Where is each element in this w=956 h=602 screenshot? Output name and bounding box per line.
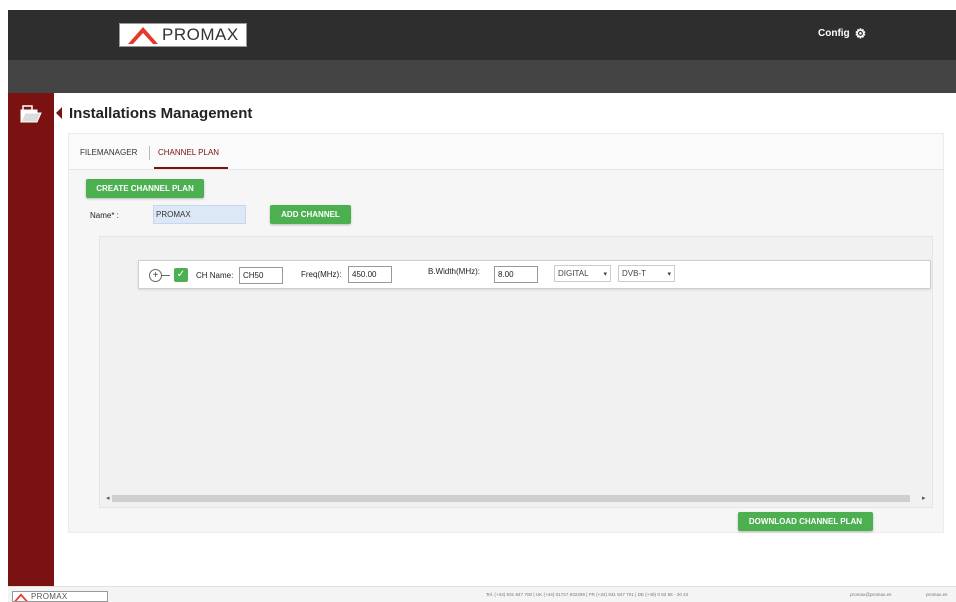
promax-logo-mark-icon bbox=[128, 27, 158, 44]
expand-plus-icon[interactable]: + bbox=[149, 269, 162, 282]
tab-channel-plan[interactable]: CHANNEL PLAN bbox=[158, 148, 219, 157]
chevron-down-icon: ▾ bbox=[667, 270, 671, 278]
config-button[interactable]: Config ⚙ bbox=[818, 27, 866, 40]
folder-icon bbox=[20, 105, 42, 123]
footer-site[interactable]: promax.es bbox=[926, 592, 947, 597]
footer: PROMAX Tel. (+34) 931 847 700 | UK (+44)… bbox=[8, 586, 956, 602]
standard-value: DVB-T bbox=[622, 269, 646, 278]
sub-header-bar bbox=[8, 60, 956, 93]
tab-filemanager[interactable]: FILEMANAGER bbox=[80, 148, 137, 157]
bandwidth-label: B.Width(MHz): bbox=[428, 267, 480, 276]
tab-bar: FILEMANAGER CHANNEL PLAN bbox=[69, 134, 943, 170]
sidebar bbox=[8, 93, 62, 586]
signal-type-value: DIGITAL bbox=[558, 269, 589, 278]
active-tab-indicator bbox=[154, 167, 228, 169]
gear-icon: ⚙ bbox=[854, 26, 867, 41]
top-header: PROMAX Config ⚙ bbox=[8, 10, 956, 60]
page-title: Installations Management bbox=[69, 105, 253, 122]
main-panel: FILEMANAGER CHANNEL PLAN CREATE CHANNEL … bbox=[68, 133, 944, 533]
standard-select[interactable]: DVB-T ▾ bbox=[618, 265, 675, 282]
promax-logo-mark-icon bbox=[14, 592, 28, 601]
horizontal-scrollbar[interactable]: ◂ ▸ bbox=[106, 493, 930, 503]
promax-logo[interactable]: PROMAX bbox=[119, 23, 247, 47]
footer-logo[interactable]: PROMAX bbox=[12, 591, 108, 602]
freq-label: Freq(MHz): bbox=[301, 270, 342, 279]
footer-email[interactable]: promax@promax.es bbox=[850, 592, 891, 597]
create-channel-plan-button[interactable]: CREATE CHANNEL PLAN bbox=[86, 179, 204, 198]
footer-contacts: Tel. (+34) 931 847 700 | UK (+44) 01727 … bbox=[486, 592, 689, 597]
channel-row: + ✓ CH Name: Freq(MHz): B.Width(MHz): DI… bbox=[138, 260, 931, 289]
signal-type-select[interactable]: DIGITAL ▾ bbox=[554, 265, 611, 282]
name-label: Name* : bbox=[90, 211, 119, 220]
footer-brand: PROMAX bbox=[31, 592, 68, 601]
channel-list-area: + ✓ CH Name: Freq(MHz): B.Width(MHz): DI… bbox=[99, 236, 933, 508]
freq-field[interactable] bbox=[348, 266, 392, 283]
bandwidth-field[interactable] bbox=[494, 266, 538, 283]
connector-line bbox=[162, 275, 170, 276]
brand-name: PROMAX bbox=[162, 25, 239, 44]
sidebar-item-installations[interactable] bbox=[16, 99, 46, 129]
download-channel-plan-button[interactable]: DOWNLOAD CHANNEL PLAN bbox=[738, 512, 873, 531]
tab-divider bbox=[149, 146, 150, 160]
name-input[interactable] bbox=[153, 205, 246, 224]
ch-name-label: CH Name: bbox=[196, 271, 234, 280]
channel-enabled-checkbox[interactable]: ✓ bbox=[174, 268, 188, 282]
add-channel-button[interactable]: ADD CHANNEL bbox=[270, 205, 351, 224]
scroll-left-icon[interactable]: ◂ bbox=[106, 494, 110, 502]
scroll-right-icon[interactable]: ▸ bbox=[922, 494, 926, 502]
ch-name-field[interactable] bbox=[239, 267, 283, 284]
sidebar-active-pointer bbox=[56, 107, 62, 119]
chevron-down-icon: ▾ bbox=[603, 270, 607, 278]
scrollbar-thumb[interactable] bbox=[112, 495, 910, 502]
config-label: Config bbox=[818, 28, 850, 39]
